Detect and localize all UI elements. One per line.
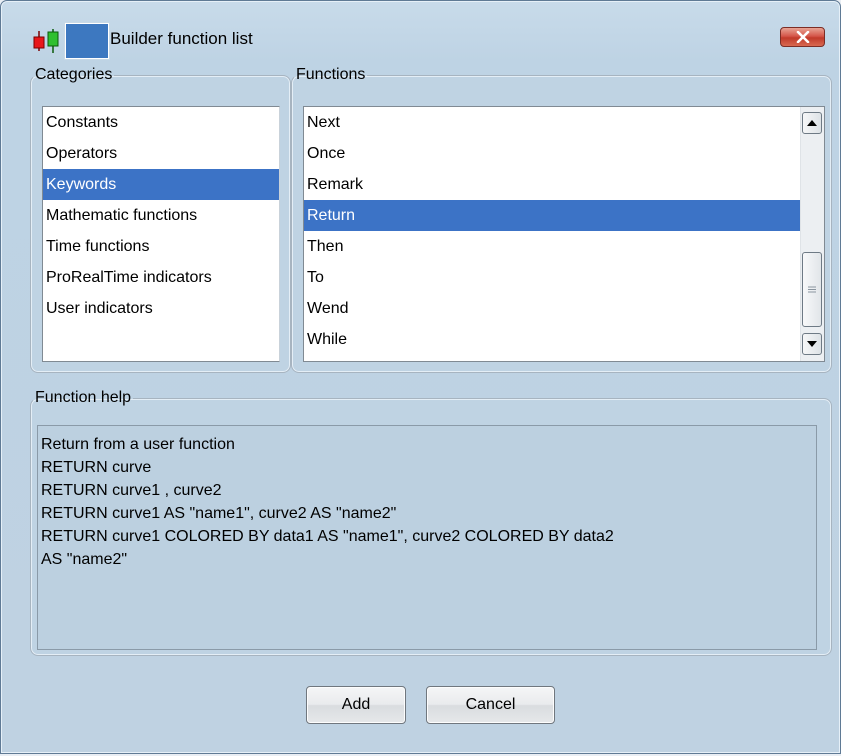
list-item[interactable]: Mathematic functions: [43, 200, 279, 231]
arrow-up-icon: [807, 120, 817, 126]
dialog-window: Builder function list Categories Constan…: [0, 0, 841, 754]
list-item[interactable]: Time functions: [43, 231, 279, 262]
candlestick-chart-icon: [33, 29, 59, 53]
functions-items: Next Once Remark Return Then To Wend While: [304, 107, 801, 355]
list-item[interactable]: While: [304, 324, 801, 355]
list-item[interactable]: Keywords: [43, 169, 279, 200]
list-item[interactable]: Remark: [304, 169, 801, 200]
scroll-up-button[interactable]: [802, 112, 822, 134]
categories-items: Constants Operators Keywords Mathematic fun…: [43, 107, 279, 324]
functions-list[interactable]: Next Once Remark Return Then To Wend While: [303, 106, 825, 362]
dialog-client: Categories Constants Operators Keywords Mat…: [9, 60, 832, 745]
list-item[interactable]: To: [304, 262, 801, 293]
scroll-thumb[interactable]: [802, 252, 822, 327]
help-line: Return from a user function: [41, 436, 235, 453]
list-item[interactable]: Wend: [304, 293, 801, 324]
categories-list[interactable]: Constants Operators Keywords Mathematic fun…: [42, 106, 280, 362]
window-title: Builder function list: [110, 29, 253, 48]
list-item[interactable]: ProRealTime indicators: [43, 262, 279, 293]
function-help-text: Return from a user function RETURN curve…: [37, 425, 817, 650]
scroll-down-button[interactable]: [802, 333, 822, 355]
help-line: RETURN curve: [41, 459, 152, 476]
close-x-icon: [796, 31, 809, 43]
help-line: AS "name2": [41, 551, 128, 568]
list-item[interactable]: Next: [304, 107, 801, 138]
functions-scrollbar[interactable]: [800, 107, 824, 361]
arrow-down-icon: [807, 341, 817, 347]
list-item[interactable]: Operators: [43, 138, 279, 169]
help-line: RETURN curve1 AS "name1", curve2 AS "nam…: [41, 505, 397, 522]
title-app-badge: [64, 22, 110, 60]
functions-legend: Functions: [296, 66, 366, 83]
close-button[interactable]: [780, 27, 825, 47]
list-item[interactable]: User indicators: [43, 293, 279, 324]
list-item[interactable]: Then: [304, 231, 801, 262]
grip-icon: [808, 286, 816, 293]
cancel-button[interactable]: Cancel: [426, 686, 555, 724]
list-item[interactable]: Return: [304, 200, 801, 231]
categories-legend: Categories: [35, 66, 113, 83]
title-bar[interactable]: Builder function list: [1, 1, 840, 60]
help-line: RETURN curve1 COLORED BY data1 AS "name1…: [41, 528, 614, 545]
add-button[interactable]: Add: [306, 686, 406, 724]
list-item[interactable]: Constants: [43, 107, 279, 138]
help-line: RETURN curve1 , curve2: [41, 482, 222, 499]
function-help-legend: Function help: [35, 389, 132, 406]
list-item[interactable]: Once: [304, 138, 801, 169]
